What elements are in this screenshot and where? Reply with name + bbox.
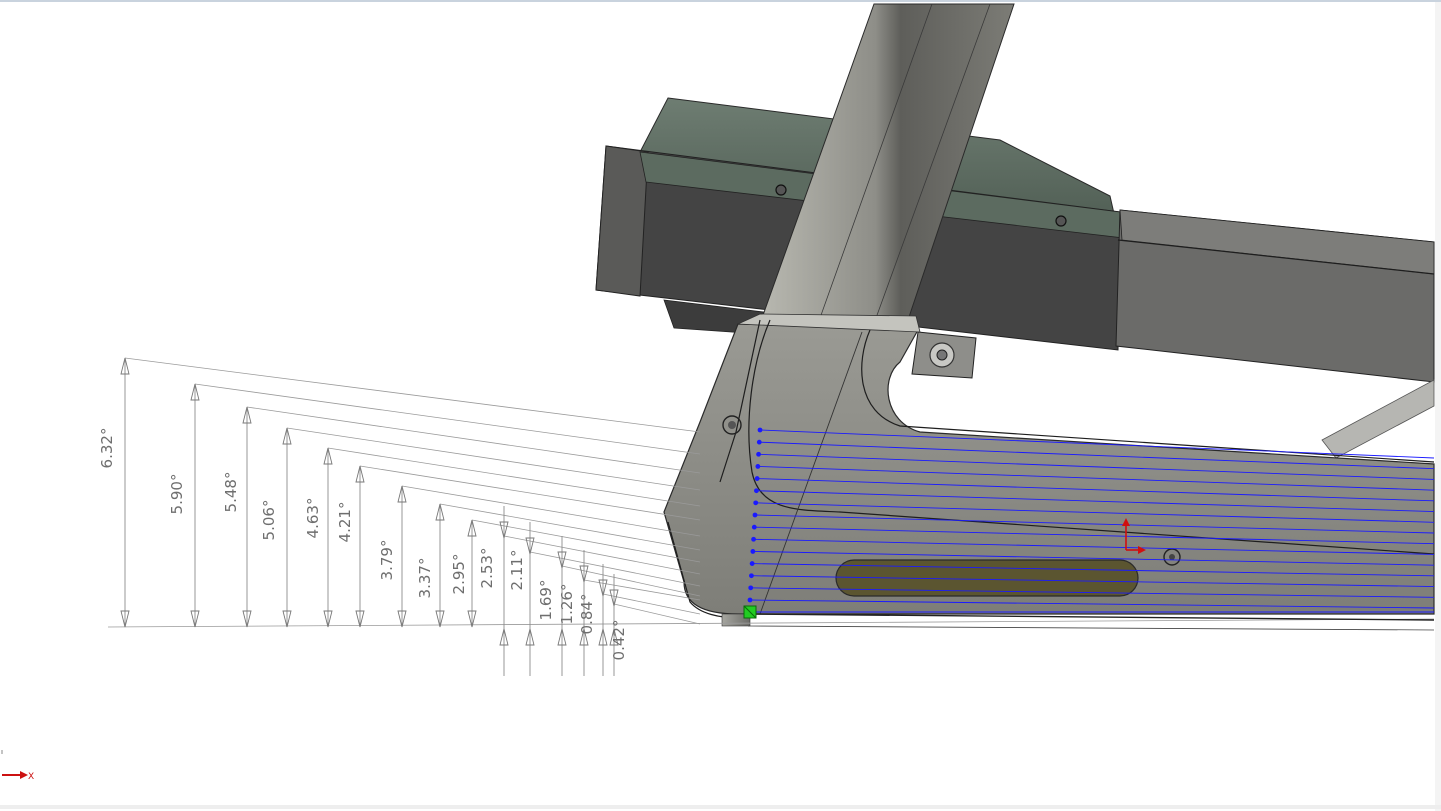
dimension-extension-line	[561, 565, 701, 597]
sketch-point[interactable]	[749, 573, 754, 579]
dimension-extension-line	[471, 519, 701, 563]
sketch-point[interactable]	[747, 597, 753, 603]
angle-dimension-label[interactable]: 0.42°	[610, 620, 628, 661]
graphics-viewport[interactable]: 6.32° 5.90° 5.48° 5.06° 4.63° 4.21° 3.79° 3.37°…	[0, 0, 1441, 811]
support-tube	[1321, 379, 1435, 459]
dimension-extension-line	[602, 593, 701, 615]
sketch-point[interactable]	[749, 561, 755, 566]
dimension-extension-line	[286, 427, 701, 491]
angle-dimension-label[interactable]: 6.32°	[98, 428, 116, 469]
mount-bracket[interactable]	[911, 331, 977, 379]
angle-dimension-label[interactable]: 2.11°	[508, 550, 526, 591]
dimension-extension-line	[359, 465, 701, 521]
axis-x-label: X	[28, 772, 34, 782]
sketch-point[interactable]	[751, 524, 757, 530]
axis-triad-icon: X	[1, 750, 34, 782]
sketch-point[interactable]	[756, 439, 762, 445]
cad-model-view[interactable]: 6.32° 5.90° 5.48° 5.06° 4.63° 4.21° 3.79° 3.37°…	[0, 2, 1441, 811]
angle-dimension-label[interactable]: 4.21°	[336, 502, 354, 543]
angle-dimension-label[interactable]: 3.79°	[378, 540, 396, 581]
sketch-point[interactable]	[757, 427, 763, 433]
angle-dimension-label[interactable]: 1.69°	[537, 580, 555, 621]
angle-dimension-label[interactable]: 4.63°	[304, 498, 322, 539]
dimension-extension-line	[401, 485, 701, 537]
dimension-extension-line	[124, 357, 701, 433]
dimension-extension-line	[246, 406, 701, 474]
sketch-point[interactable]	[753, 500, 759, 506]
horizontal-scrollbar[interactable]	[0, 805, 1441, 809]
angle-dimension-label[interactable]: 0.84°	[578, 594, 596, 635]
angle-dimension-label[interactable]: 2.95°	[450, 554, 468, 595]
dimension-extension-line	[327, 447, 701, 507]
dimension-extension-line	[194, 383, 701, 455]
angle-dimension-label[interactable]: 2.53°	[478, 548, 496, 589]
angle-dimension-label[interactable]: 5.48°	[222, 472, 240, 513]
sketch-point[interactable]	[750, 549, 756, 554]
sketch-point[interactable]	[756, 451, 761, 457]
screw-icon	[1055, 215, 1067, 227]
screw-icon	[775, 184, 787, 196]
angle-dimension-label[interactable]: 3.37°	[416, 558, 434, 599]
dimension-extension-line	[439, 503, 701, 551]
sketch-point[interactable]	[748, 585, 754, 591]
angle-dimensions[interactable]: 6.32° 5.90° 5.48° 5.06° 4.63° 4.21° 3.79° 3.37°…	[98, 357, 701, 676]
sketch-point[interactable]	[751, 536, 756, 542]
handrail[interactable]	[1115, 209, 1435, 383]
sketch-point[interactable]	[755, 464, 761, 469]
angle-dimension-label[interactable]: 5.06°	[260, 500, 278, 541]
vertical-scrollbar[interactable]	[1435, 2, 1441, 811]
angle-dimension-label[interactable]: 1.26°	[558, 584, 576, 625]
sketch-point[interactable]	[752, 512, 758, 518]
sketch-point[interactable]	[754, 488, 759, 494]
angle-dimension-label[interactable]: 5.90°	[168, 474, 186, 515]
sketch-point[interactable]	[754, 476, 760, 481]
